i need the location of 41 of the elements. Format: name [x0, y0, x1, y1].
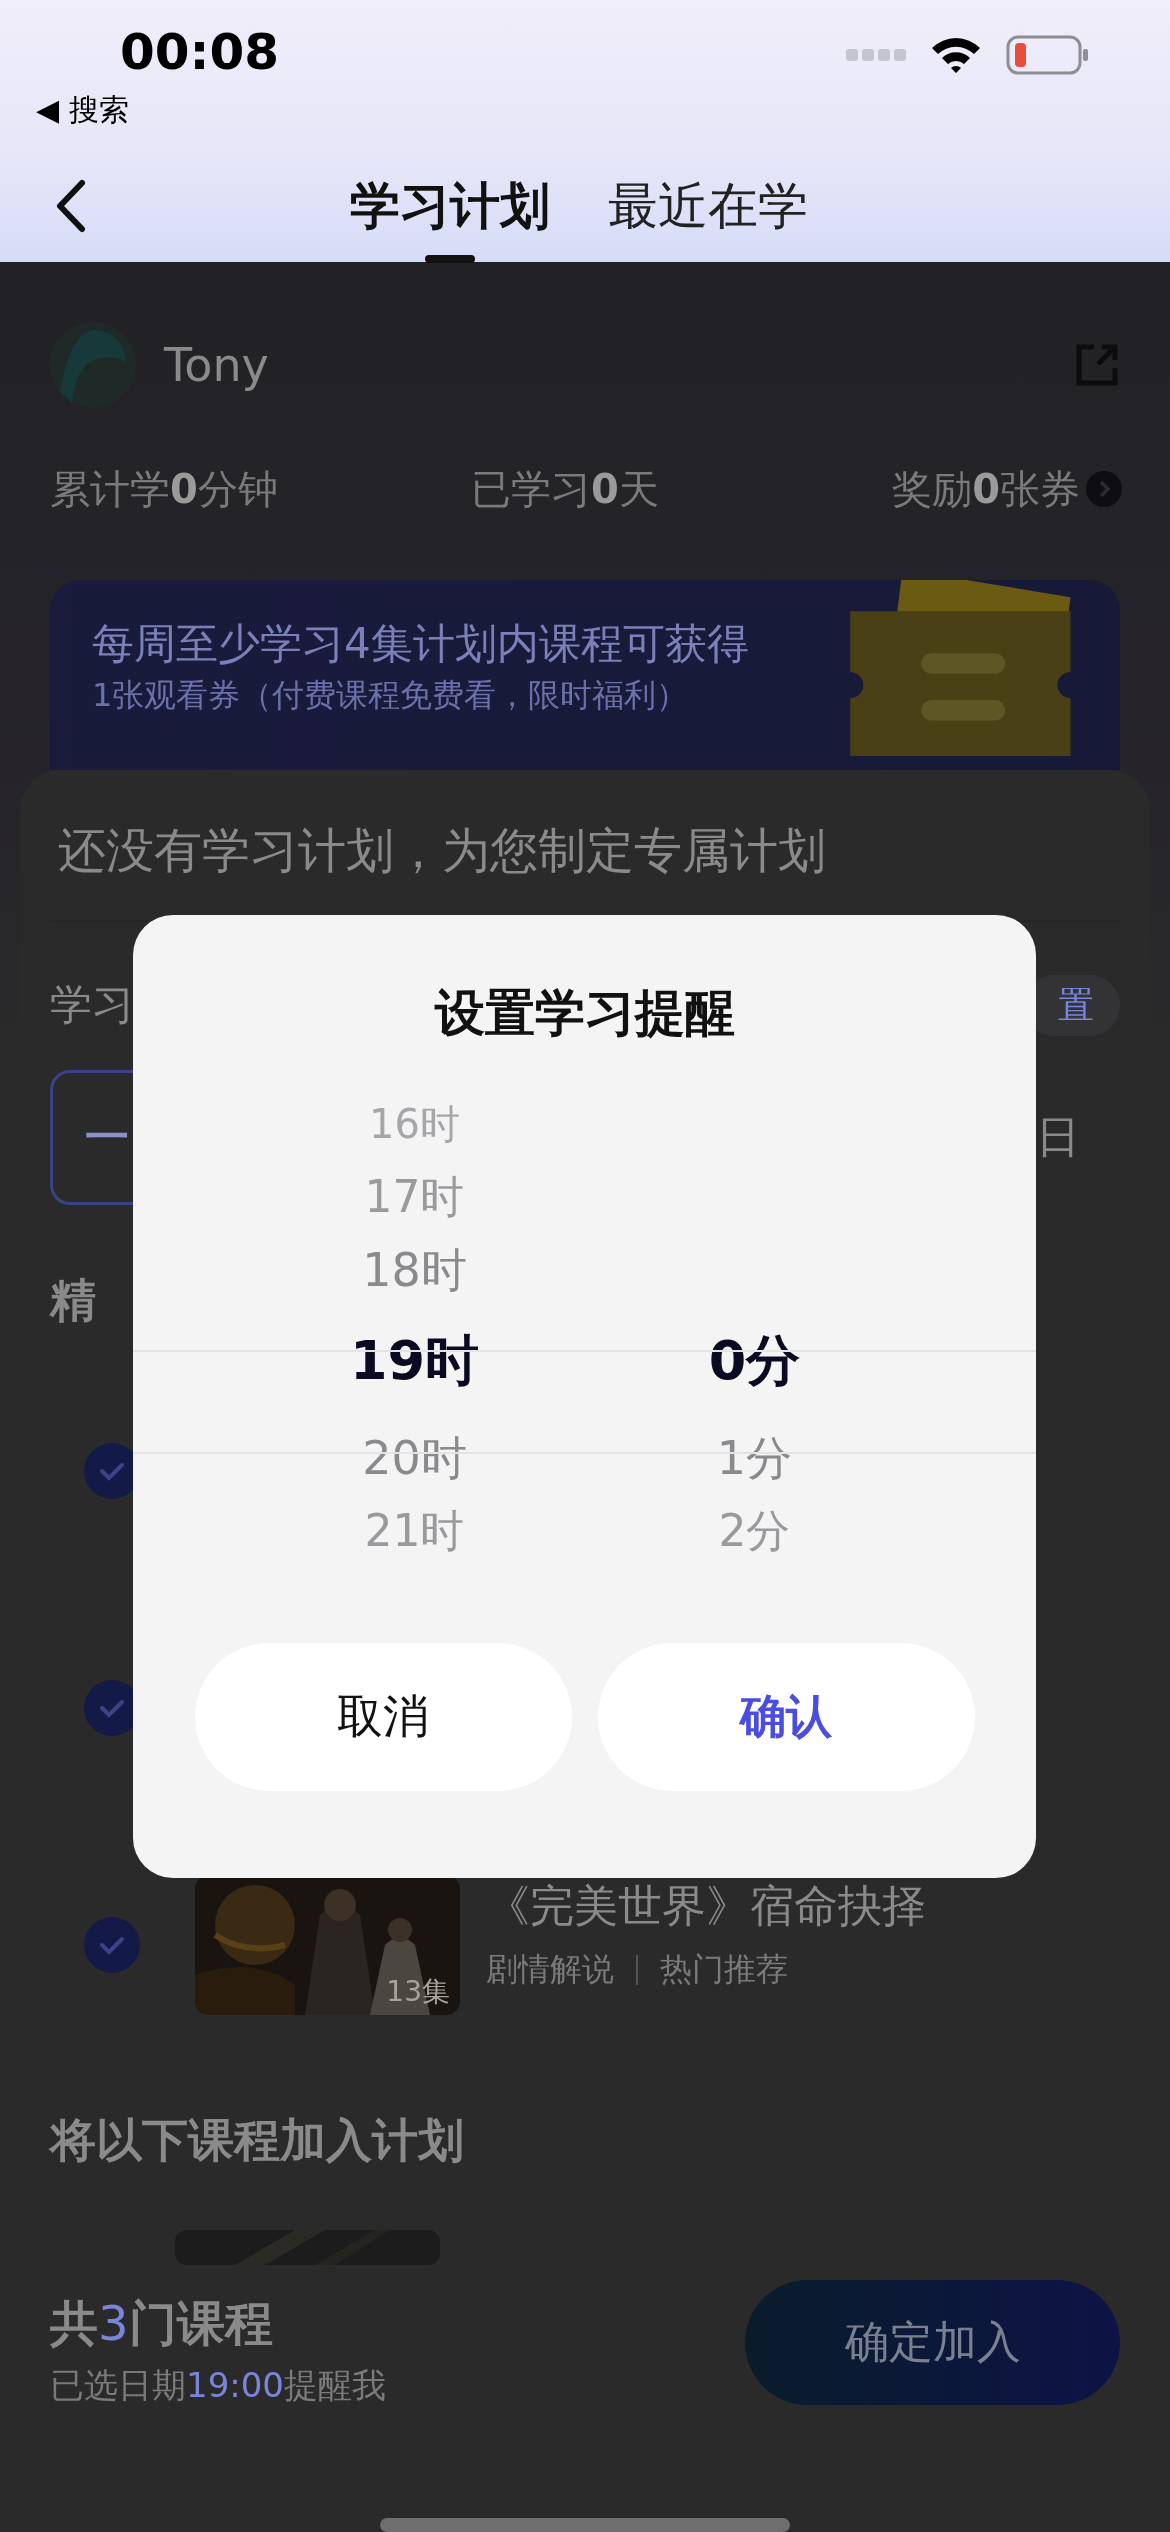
wifi-icon: [930, 36, 982, 74]
tab[interactable]: 最近在学: [608, 171, 808, 241]
dialog-title: 设置学习提醒: [434, 983, 735, 1044]
minute-option[interactable]: 1分: [716, 1431, 793, 1487]
episode-count: 13集: [386, 1973, 450, 2010]
hour-option[interactable]: 21时: [364, 1505, 465, 1558]
minute-option[interactable]: 2分: [718, 1505, 791, 1558]
section-heading: 将以下课程加入计划: [50, 2112, 464, 2169]
share-icon[interactable]: [1074, 342, 1120, 388]
status-time: 00:08: [120, 22, 280, 82]
stat-text: 奖励0张券: [891, 464, 1080, 514]
hour-option[interactable]: 20时: [362, 1431, 467, 1487]
user-name: Tony: [164, 338, 270, 392]
minute-option[interactable]: 0分: [708, 1329, 801, 1394]
reminder-text: 已选日期19:00提醒我: [50, 2364, 386, 2407]
back-icon[interactable]: [54, 179, 88, 233]
battery-icon: [1006, 35, 1090, 75]
tab-indicator: [425, 255, 475, 263]
course-tag: 剧情解说: [486, 1948, 614, 1992]
plan-title: 还没有学习计划，为您制定专属计划: [57, 821, 827, 880]
signal-icon: [846, 48, 906, 62]
confirm-add-button[interactable]: 确定加入: [745, 2280, 1120, 2405]
course-title[interactable]: 《完美世界》宿命抉择: [486, 1877, 926, 1936]
hour-option[interactable]: 17时: [364, 1171, 465, 1224]
avatar[interactable]: [50, 322, 136, 408]
hour-option[interactable]: 18时: [362, 1242, 467, 1298]
section-heading: 学习: [50, 979, 134, 1031]
banner-subtitle: 1张观看券（付费课程免费看，限时福利）: [92, 675, 690, 716]
cancel-button[interactable]: 取消: [194, 1643, 572, 1791]
tab[interactable]: 学习计划: [350, 171, 550, 241]
section-heading: 精: [50, 1272, 96, 1329]
reward-banner[interactable]: 每周至少学习4集计划内课程可获得 1张观看券（付费课程免费看，限时福利）: [50, 580, 1120, 770]
course-tag: 热门推荐: [660, 1948, 788, 1992]
chevron-right-icon[interactable]: [1086, 471, 1122, 507]
confirm-button[interactable]: 确认: [597, 1643, 975, 1791]
back-to-app-link[interactable]: ◀ 搜索: [36, 90, 280, 131]
course-count: 共3门课程: [50, 2294, 274, 2353]
stat-text: 累计学0分钟: [50, 464, 279, 514]
checkbox[interactable]: [84, 1916, 140, 1973]
stat-text: 已学习0天: [470, 464, 660, 514]
banner-title: 每周至少学习4集计划内课程可获得: [92, 618, 750, 670]
